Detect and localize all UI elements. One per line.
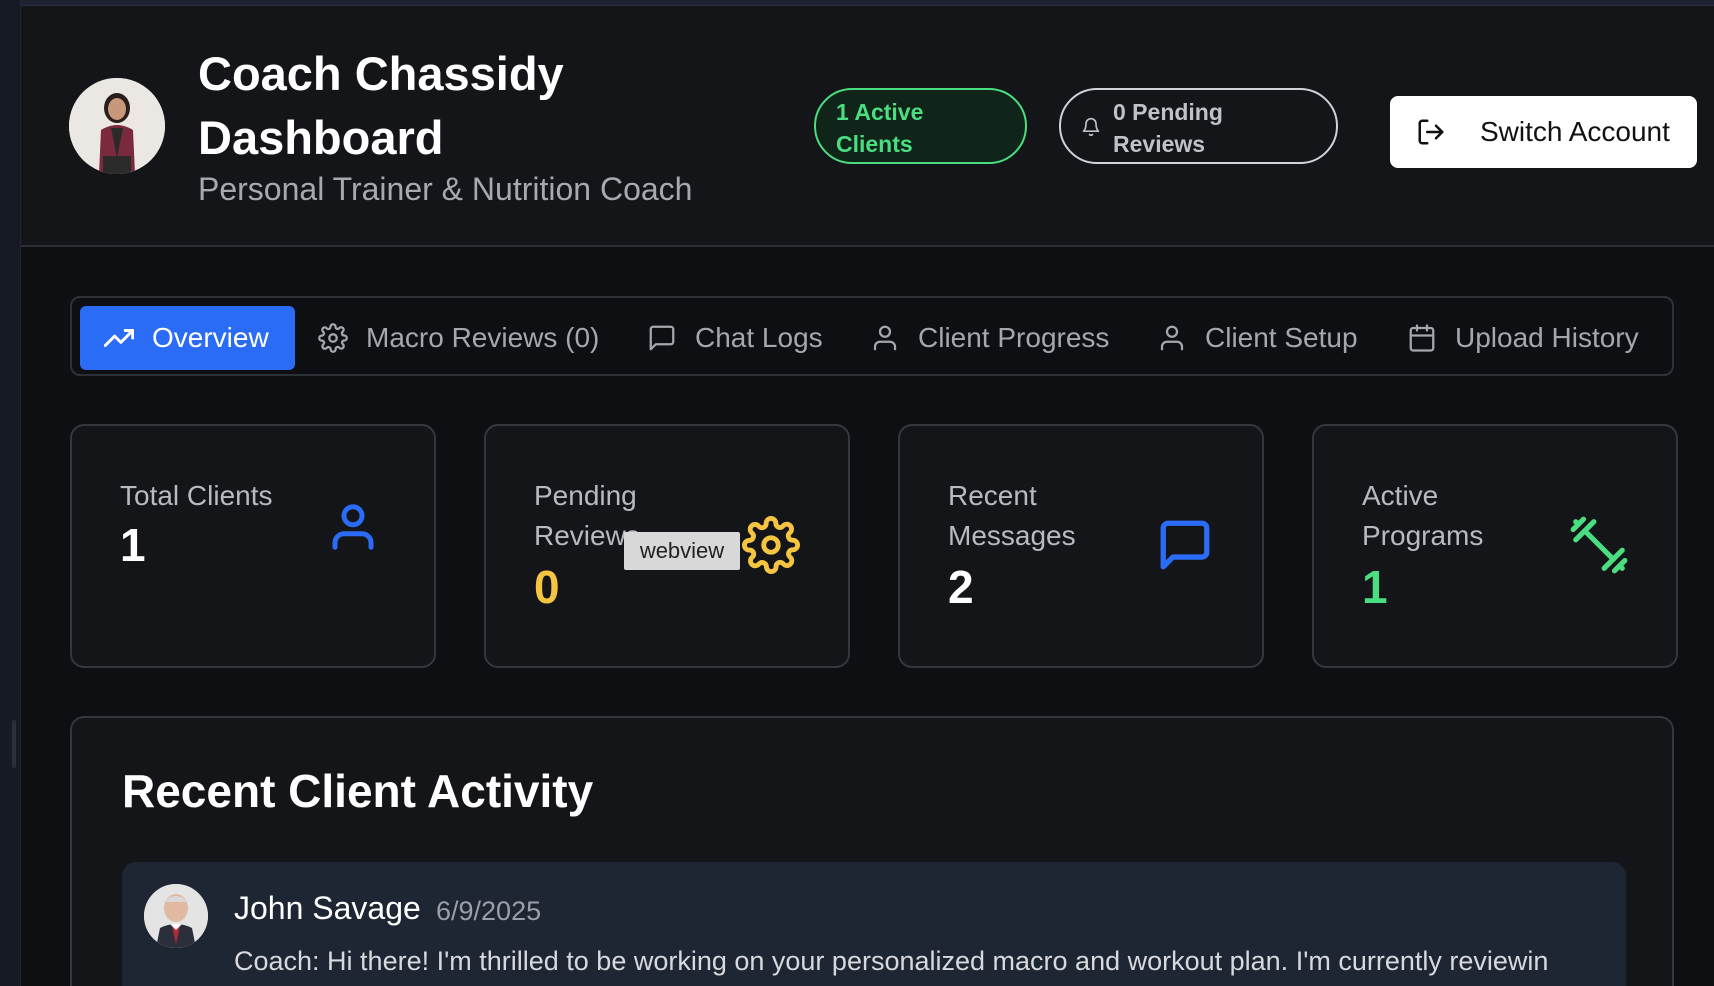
tab-client-setup[interactable]: Client Setup: [1157, 306, 1358, 370]
tab-macro-reviews[interactable]: Macro Reviews (0): [318, 306, 599, 370]
stat-card-total-clients: Total Clients 1: [70, 424, 436, 668]
section-title: Recent Client Activity: [122, 765, 594, 817]
stat-card-active-programs: Active Programs 1: [1312, 424, 1678, 668]
stat-value: 0: [534, 561, 560, 613]
trending-up-icon: [104, 329, 134, 347]
dumbbell-icon: [1570, 516, 1628, 574]
stat-label: Active Programs: [1362, 480, 1484, 551]
resize-handle[interactable]: [12, 720, 16, 768]
tab-label: Macro Reviews (0): [366, 322, 600, 353]
switch-account-button[interactable]: Switch Account: [1390, 96, 1697, 168]
gear-icon: [318, 323, 348, 353]
webview-tooltip: webview: [624, 532, 740, 570]
client-avatar: [144, 884, 208, 948]
logout-icon: [1418, 119, 1444, 145]
page-subtitle: Personal Trainer & Nutrition Coach: [198, 171, 693, 207]
recent-activity-panel: Recent Client Activity John Savage 6/9/2…: [70, 716, 1674, 986]
tab-overview[interactable]: Overview: [80, 306, 295, 370]
tab-label: Client Setup: [1205, 322, 1358, 353]
tab-label: Upload History: [1455, 322, 1639, 353]
dashboard-tabs: Overview Macro Reviews (0) Chat Logs Cli…: [70, 296, 1674, 376]
chat-icon: [1160, 520, 1210, 570]
gear-icon: [742, 516, 800, 574]
stat-value: 2: [948, 561, 974, 613]
tab-label: Chat Logs: [695, 322, 823, 353]
page-title: Coach Chassidy Dashboard: [198, 47, 564, 164]
tab-label: Client Progress: [918, 322, 1110, 353]
stat-label: Total Clients: [120, 480, 273, 511]
stat-value: 1: [120, 519, 146, 571]
user-icon: [873, 325, 897, 351]
left-rail: [0, 0, 21, 986]
switch-account-label: Switch Account: [1480, 116, 1670, 147]
stat-label: Recent Messages: [948, 480, 1076, 551]
tab-client-progress[interactable]: Client Progress: [870, 306, 1109, 370]
calendar-icon: [1409, 324, 1435, 352]
activity-item[interactable]: John Savage 6/9/2025 Coach: Hi there! I'…: [122, 862, 1626, 986]
pending-reviews-badge: 0 Pending Reviews: [1059, 88, 1338, 164]
activity-date: 6/9/2025: [436, 896, 542, 926]
stat-value: 1: [1362, 561, 1388, 613]
user-icon: [1160, 325, 1184, 351]
coach-avatar: [69, 78, 165, 174]
stat-card-recent-messages: Recent Messages 2: [898, 424, 1264, 668]
user-icon: [332, 504, 374, 550]
active-clients-badge: 1 Active Clients: [814, 88, 1027, 164]
chat-icon: [649, 325, 675, 351]
client-name: John Savage: [234, 890, 421, 926]
activity-message: Coach: Hi there! I'm thrilled to be work…: [234, 946, 1549, 976]
dashboard-header: Coach Chassidy Dashboard Personal Traine…: [21, 6, 1714, 247]
tab-label: Overview: [152, 322, 269, 353]
tab-chat-logs[interactable]: Chat Logs: [647, 306, 823, 370]
pending-reviews-label: 0 Pending Reviews: [1113, 99, 1223, 157]
bell-icon: [1082, 117, 1100, 137]
tab-upload-history[interactable]: Upload History: [1407, 306, 1639, 370]
